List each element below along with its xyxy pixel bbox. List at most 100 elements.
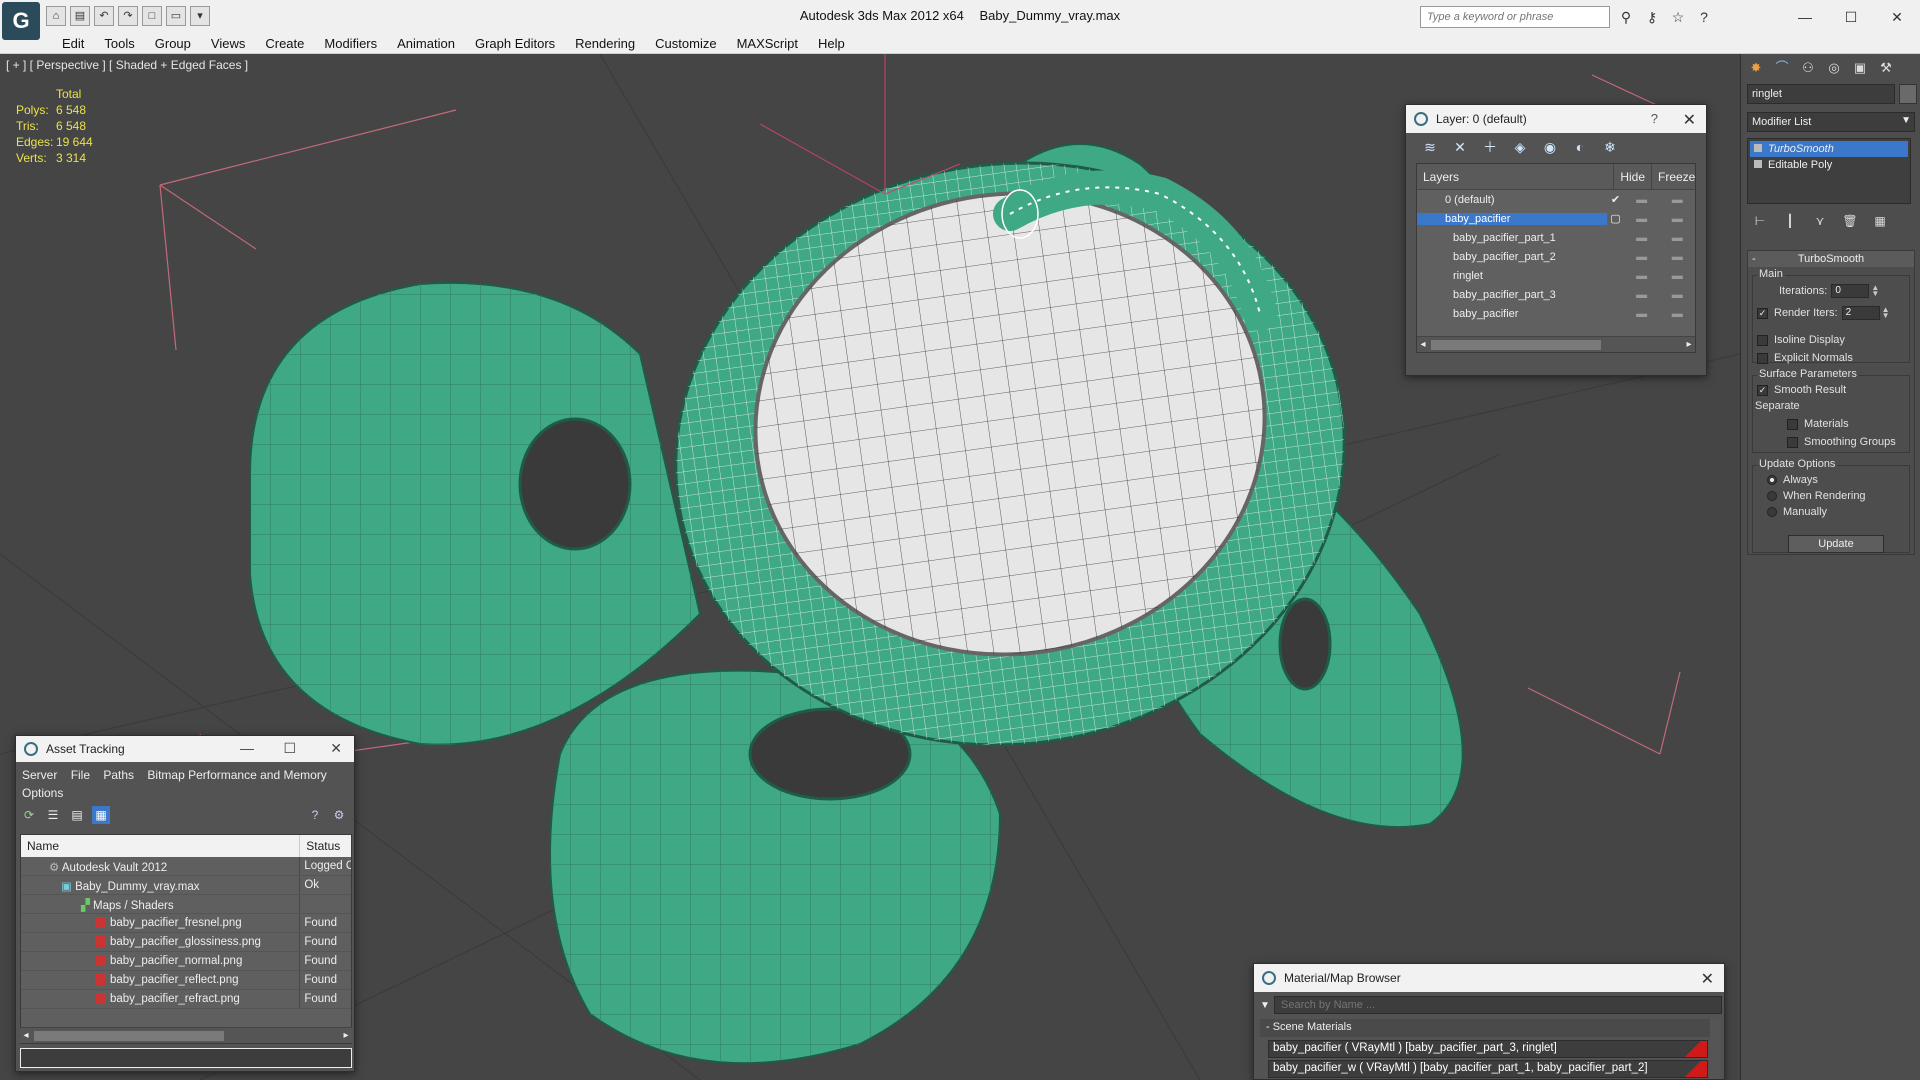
scroll-thumb[interactable] <box>34 1031 224 1041</box>
hierarchy-tab-icon[interactable]: ⚇ <box>1797 58 1819 78</box>
hide-toggle[interactable]: ▬ <box>1624 308 1660 320</box>
help-icon[interactable]: ? <box>306 806 324 824</box>
menu-animation[interactable]: Animation <box>387 34 465 53</box>
layer-object-row[interactable]: baby_pacifier_part_3 ▬ ▬ <box>1417 285 1695 304</box>
object-name-field[interactable]: ringlet <box>1747 84 1895 104</box>
menu-group[interactable]: Group <box>145 34 201 53</box>
asset-row[interactable]: ▞ Maps / Shaders <box>21 895 351 914</box>
vertical-scrollbar[interactable] <box>1710 1019 1720 1079</box>
lightbulb-icon[interactable] <box>1754 144 1762 152</box>
viewport-label[interactable]: [ + ] [ Perspective ] [ Shaded + Edged F… <box>6 58 248 72</box>
menu-customize[interactable]: Customize <box>645 34 726 53</box>
pin-stack-icon[interactable]: ⊢ <box>1751 212 1769 230</box>
layer-object-row[interactable]: ringlet ▬ ▬ <box>1417 266 1695 285</box>
menu-maxscript[interactable]: MAXScript <box>727 34 808 53</box>
menu-paths[interactable]: Paths <box>103 768 134 782</box>
active-layer-check-icon[interactable]: ▢ <box>1607 212 1624 225</box>
object-color-swatch[interactable] <box>1899 84 1917 104</box>
close-icon[interactable]: ✕ <box>1874 0 1920 34</box>
hide-toggle[interactable]: ▬ <box>1624 213 1660 225</box>
freeze-toggle[interactable]: ▬ <box>1659 194 1695 206</box>
key-icon[interactable]: ⚷ <box>1642 7 1662 27</box>
create-layer-icon[interactable]: ≋ <box>1420 137 1440 157</box>
hide-all-icon[interactable]: ◐ <box>1570 137 1590 157</box>
stack-item-turbosmooth[interactable]: TurboSmooth <box>1750 141 1908 157</box>
hide-toggle[interactable]: ▬ <box>1624 270 1660 282</box>
menu-modifiers[interactable]: Modifiers <box>314 34 387 53</box>
freeze-toggle[interactable]: ▬ <box>1659 232 1695 244</box>
horizontal-scrollbar[interactable]: ◂ ▸ <box>20 1027 352 1043</box>
configure-sets-icon[interactable]: ▦ <box>1871 212 1889 230</box>
stack-item-editable-poly[interactable]: Editable Poly <box>1750 157 1908 173</box>
maximize-icon[interactable]: ☐ <box>283 740 296 757</box>
delete-layer-icon[interactable]: ✕ <box>1450 137 1470 157</box>
minimize-icon[interactable]: — <box>1782 0 1828 34</box>
scroll-left-icon[interactable]: ◂ <box>1417 337 1429 353</box>
modifier-list-dropdown[interactable]: Modifier List ▼ <box>1747 112 1915 132</box>
layer-object-row[interactable]: baby_pacifier ▬ ▬ <box>1417 304 1695 323</box>
hide-toggle[interactable]: ▬ <box>1624 194 1660 206</box>
menu-bitmap-performance[interactable]: Bitmap Performance and Memory <box>147 768 326 782</box>
display-tab-icon[interactable]: ▣ <box>1849 58 1871 78</box>
smoothing-groups-checkbox[interactable] <box>1787 436 1798 448</box>
remove-modifier-icon[interactable]: 🗑 <box>1841 212 1859 230</box>
material-search-input[interactable] <box>1274 996 1722 1014</box>
binoculars-icon[interactable]: ⚲ <box>1616 7 1636 27</box>
layer-manager-titlebar[interactable]: Layer: 0 (default) ? ✕ <box>1406 105 1706 133</box>
smooth-result-checkbox[interactable]: ✓ <box>1757 384 1768 396</box>
close-icon[interactable]: ✕ <box>330 740 342 757</box>
column-layers[interactable]: Layers <box>1417 164 1613 189</box>
expand-icon[interactable] <box>1754 160 1762 168</box>
freeze-toggle[interactable]: ▬ <box>1659 251 1695 263</box>
column-status[interactable]: Status <box>299 835 351 857</box>
asset-path-field[interactable] <box>20 1048 352 1068</box>
horizontal-scrollbar[interactable]: ◂ ▸ <box>1417 336 1695 352</box>
make-unique-icon[interactable]: ⋎ <box>1811 212 1829 230</box>
utilities-tab-icon[interactable]: ⚒ <box>1875 58 1897 78</box>
layer-object-row[interactable]: baby_pacifier_part_1 ▬ ▬ <box>1417 228 1695 247</box>
menu-create[interactable]: Create <box>255 34 314 53</box>
freeze-all-icon[interactable]: ❄ <box>1600 137 1620 157</box>
isoline-checkbox[interactable] <box>1757 334 1768 346</box>
asset-row[interactable]: baby_pacifier_fresnel.png Found <box>21 914 351 933</box>
spinner-arrows-icon[interactable]: ▲ ▼ <box>1882 306 1890 320</box>
spinner-arrows-icon[interactable]: ▲ ▼ <box>1871 284 1879 298</box>
help-icon[interactable]: ? <box>1694 7 1714 27</box>
menu-graph-editors[interactable]: Graph Editors <box>465 34 565 53</box>
explicit-normals-checkbox[interactable] <box>1757 352 1768 364</box>
scroll-thumb[interactable] <box>1431 340 1601 350</box>
layer-row[interactable]: 0 (default) ✔ ▬ ▬ <box>1417 190 1695 209</box>
refresh-icon[interactable]: ⟳ <box>20 806 38 824</box>
active-layer-check-icon[interactable]: ✔ <box>1607 193 1624 206</box>
column-freeze[interactable]: Freeze <box>1651 164 1695 189</box>
material-row[interactable]: baby_pacifier ( VRayMtl ) [baby_pacifier… <box>1268 1040 1708 1058</box>
asset-row[interactable]: baby_pacifier_normal.png Found <box>21 952 351 971</box>
close-icon[interactable]: ✕ <box>1701 969 1714 989</box>
add-to-layer-icon[interactable]: ＋ <box>1480 137 1500 157</box>
material-browser-titlebar[interactable]: Material/Map Browser ✕ <box>1254 964 1724 992</box>
menu-rendering[interactable]: Rendering <box>565 34 645 53</box>
scroll-right-icon[interactable]: ▸ <box>1683 337 1695 353</box>
menu-edit[interactable]: Edit <box>52 34 94 53</box>
minimize-icon[interactable]: — <box>240 740 254 756</box>
filter-dropdown-icon[interactable]: ▼ <box>1260 1000 1270 1011</box>
material-row[interactable]: baby_pacifier_w ( VRayMtl ) [baby_pacifi… <box>1268 1060 1708 1078</box>
asset-row[interactable]: baby_pacifier_reflect.png Found <box>21 971 351 990</box>
update-button[interactable]: Update <box>1788 535 1884 553</box>
motion-tab-icon[interactable]: ◎ <box>1823 58 1845 78</box>
scroll-left-icon[interactable]: ◂ <box>20 1028 32 1044</box>
menu-views[interactable]: Views <box>201 34 255 53</box>
highlight-layer-icon[interactable]: ◉ <box>1540 137 1560 157</box>
when-rendering-radio[interactable] <box>1767 491 1777 501</box>
collapse-icon[interactable]: - <box>1752 251 1756 267</box>
create-tab-icon[interactable]: ✸ <box>1745 58 1767 78</box>
column-name[interactable]: Name <box>21 835 299 857</box>
list-view-icon[interactable]: ☰ <box>44 806 62 824</box>
settings-icon[interactable]: ⚙ <box>330 806 348 824</box>
asset-row[interactable]: baby_pacifier_glossiness.png Found <box>21 933 351 952</box>
modify-tab-icon[interactable]: ⌒ <box>1771 58 1793 78</box>
hide-toggle[interactable]: ▬ <box>1624 232 1660 244</box>
freeze-toggle[interactable]: ▬ <box>1659 213 1695 225</box>
hide-toggle[interactable]: ▬ <box>1624 251 1660 263</box>
help-icon[interactable]: ? <box>1651 111 1658 126</box>
